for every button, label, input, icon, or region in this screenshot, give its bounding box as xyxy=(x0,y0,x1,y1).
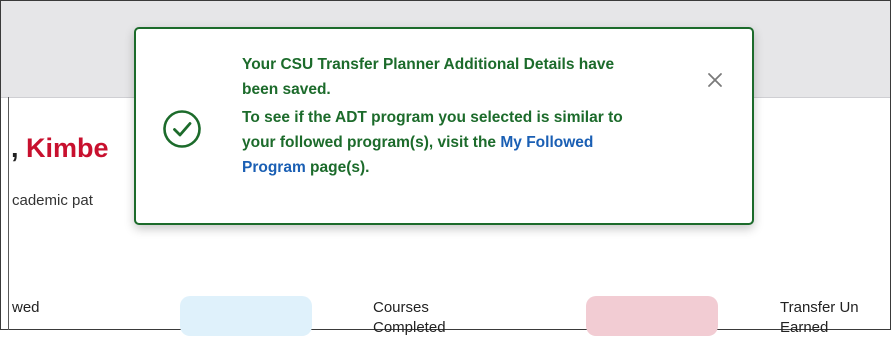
stat-label-line1: wed xyxy=(12,299,40,316)
close-toast-button[interactable] xyxy=(702,67,728,93)
stat-card-courses xyxy=(180,296,312,336)
stat-label-line2: Completed xyxy=(373,319,446,336)
welcome-heading: , Kimbe xyxy=(11,133,109,164)
toast-saved-text: Your CSU Transfer Planner Additional Det… xyxy=(242,56,615,98)
success-toast: Your CSU Transfer Planner Additional Det… xyxy=(134,27,754,225)
stat-label-followed: wed xyxy=(12,298,40,318)
check-circle-icon xyxy=(163,110,201,148)
stat-label-units: Transfer Un Earned xyxy=(780,298,859,338)
close-icon xyxy=(708,73,722,87)
content-left-border xyxy=(8,97,9,330)
toast-message: Your CSU Transfer Planner Additional Det… xyxy=(242,52,652,180)
stat-card-units xyxy=(586,296,718,336)
stat-label-courses: Courses Completed xyxy=(373,298,446,338)
toast-info-after-link: page(s). xyxy=(305,159,370,176)
toast-info-text: To see if the ADT program you selected i… xyxy=(242,105,652,180)
welcome-subtext: cademic pat xyxy=(12,192,93,209)
stat-label-line1: Transfer Un xyxy=(780,299,859,316)
stat-label-line1: Courses xyxy=(373,299,429,316)
user-name: Kimbe xyxy=(26,133,109,163)
stat-label-line2: Earned xyxy=(780,319,829,336)
greeting-prefix: , xyxy=(11,133,27,163)
